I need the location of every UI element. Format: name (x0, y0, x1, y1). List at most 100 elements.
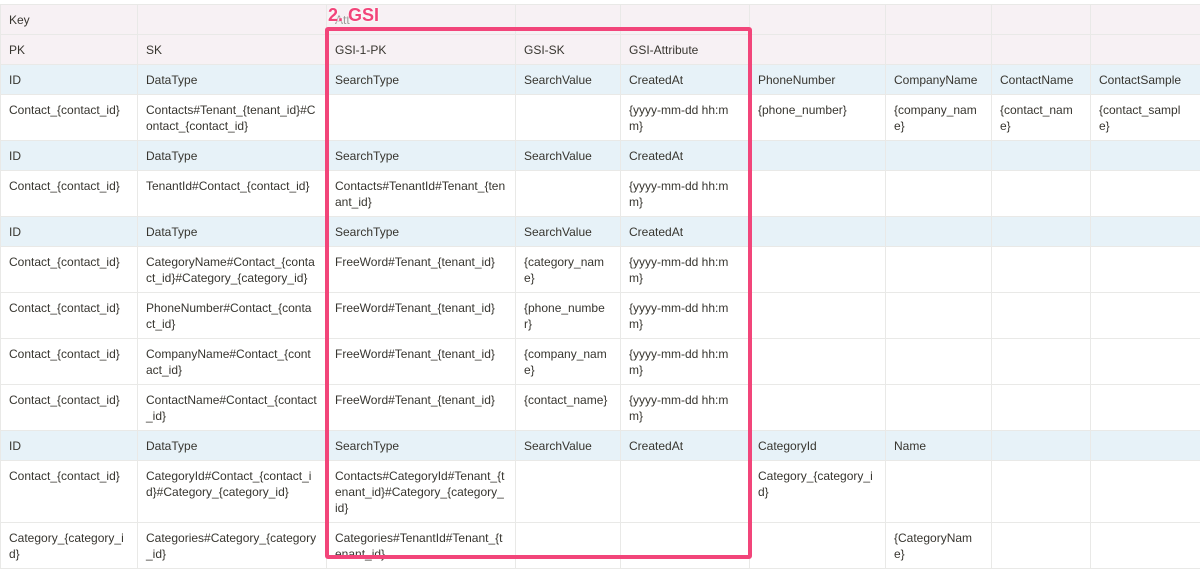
attribute-name-cell[interactable]: CategoryId (750, 431, 886, 461)
table-cell[interactable]: Contacts#CategoryId#Tenant_{tenant_id}#C… (327, 461, 516, 523)
table-cell[interactable] (886, 385, 992, 431)
table-cell[interactable] (992, 523, 1091, 569)
attribute-name-cell[interactable]: SearchValue (516, 431, 621, 461)
table-cell[interactable]: CategoryName#Contact_{contact_id}#Catego… (138, 247, 327, 293)
table-cell[interactable] (516, 523, 621, 569)
table-cell[interactable] (1091, 385, 1200, 431)
table-cell[interactable] (1091, 523, 1200, 569)
table-cell[interactable]: {phone_number} (750, 95, 886, 141)
table-cell[interactable] (886, 293, 992, 339)
table-cell[interactable]: Category_{category_id} (750, 461, 886, 523)
table-cell[interactable]: FreeWord#Tenant_{tenant_id} (327, 339, 516, 385)
attribute-name-cell[interactable]: CreatedAt (621, 217, 750, 247)
attribute-name-cell[interactable] (886, 141, 992, 171)
table-cell[interactable] (1091, 461, 1200, 523)
table-cell[interactable]: Contact_{contact_id} (1, 293, 138, 339)
table-cell[interactable] (750, 171, 886, 217)
table-cell[interactable] (992, 171, 1091, 217)
attribute-name-cell[interactable] (1091, 217, 1200, 247)
attribute-name-cell[interactable]: SearchValue (516, 65, 621, 95)
table-cell[interactable]: {CategoryName} (886, 523, 992, 569)
table-cell[interactable] (992, 461, 1091, 523)
table-cell[interactable]: {yyyy-mm-dd hh:mm} (621, 385, 750, 431)
table-cell[interactable]: Contacts#TenantId#Tenant_{tenant_id} (327, 171, 516, 217)
table-cell[interactable]: ContactName#Contact_{contact_id} (138, 385, 327, 431)
table-cell[interactable] (992, 247, 1091, 293)
table-cell[interactable]: Contact_{contact_id} (1, 461, 138, 523)
attribute-name-cell[interactable]: DataType (138, 65, 327, 95)
header-cell[interactable]: GSI-Attribute (621, 35, 750, 65)
table-cell[interactable] (750, 339, 886, 385)
table-cell[interactable]: {yyyy-mm-dd hh:mm} (621, 171, 750, 217)
table-cell[interactable] (750, 293, 886, 339)
table-cell[interactable]: TenantId#Contact_{contact_id} (138, 171, 327, 217)
table-cell[interactable] (992, 385, 1091, 431)
attribute-name-cell[interactable] (750, 141, 886, 171)
attribute-name-cell[interactable]: CompanyName (886, 65, 992, 95)
attribute-name-cell[interactable]: DataType (138, 431, 327, 461)
header-cell[interactable]: GSI-SK (516, 35, 621, 65)
attribute-name-cell[interactable]: CreatedAt (621, 141, 750, 171)
table-cell[interactable]: {company_name} (516, 339, 621, 385)
table-cell[interactable] (621, 523, 750, 569)
attribute-name-cell[interactable] (886, 217, 992, 247)
attribute-name-cell[interactable]: SearchType (327, 217, 516, 247)
table-cell[interactable] (992, 339, 1091, 385)
table-cell[interactable]: Contacts#Tenant_{tenant_id}#Contact_{con… (138, 95, 327, 141)
table-cell[interactable]: {yyyy-mm-dd hh:mm} (621, 95, 750, 141)
table-cell[interactable]: {phone_number} (516, 293, 621, 339)
attribute-name-cell[interactable]: ID (1, 217, 138, 247)
attribute-name-cell[interactable]: DataType (138, 141, 327, 171)
table-cell[interactable] (516, 461, 621, 523)
table-cell[interactable] (516, 171, 621, 217)
table-cell[interactable]: {yyyy-mm-dd hh:mm} (621, 293, 750, 339)
attribute-name-cell[interactable] (1091, 431, 1200, 461)
table-cell[interactable] (1091, 247, 1200, 293)
header-cell[interactable] (1091, 35, 1200, 65)
attribute-name-cell[interactable]: CreatedAt (621, 431, 750, 461)
attribute-name-cell[interactable]: ID (1, 65, 138, 95)
table-cell[interactable]: Contact_{contact_id} (1, 247, 138, 293)
attribute-name-cell[interactable] (1091, 141, 1200, 171)
table-cell[interactable] (886, 461, 992, 523)
table-cell[interactable]: Categories#Category_{category_id} (138, 523, 327, 569)
attribute-name-cell[interactable]: SearchValue (516, 217, 621, 247)
table-cell[interactable] (750, 385, 886, 431)
attribute-name-cell[interactable]: SearchType (327, 65, 516, 95)
table-cell[interactable]: {yyyy-mm-dd hh:mm} (621, 339, 750, 385)
attribute-name-cell[interactable]: ID (1, 431, 138, 461)
attribute-name-cell[interactable]: SearchType (327, 141, 516, 171)
table-cell[interactable]: FreeWord#Tenant_{tenant_id} (327, 385, 516, 431)
table-cell[interactable]: FreeWord#Tenant_{tenant_id} (327, 247, 516, 293)
table-cell[interactable]: Contact_{contact_id} (1, 385, 138, 431)
attribute-name-cell[interactable]: DataType (138, 217, 327, 247)
attribute-name-cell[interactable]: Name (886, 431, 992, 461)
table-cell[interactable] (750, 523, 886, 569)
table-cell[interactable]: Contact_{contact_id} (1, 171, 138, 217)
header-cell[interactable] (992, 35, 1091, 65)
attribute-name-cell[interactable] (992, 141, 1091, 171)
attribute-name-cell[interactable] (992, 217, 1091, 247)
table-cell[interactable]: Contact_{contact_id} (1, 339, 138, 385)
attribute-name-cell[interactable]: ID (1, 141, 138, 171)
table-cell[interactable]: {contact_name} (992, 95, 1091, 141)
table-cell[interactable]: FreeWord#Tenant_{tenant_id} (327, 293, 516, 339)
attribute-name-cell[interactable] (750, 217, 886, 247)
attribute-name-cell[interactable]: CreatedAt (621, 65, 750, 95)
table-cell[interactable] (621, 461, 750, 523)
header-cell[interactable] (886, 35, 992, 65)
attribute-name-cell[interactable]: ContactName (992, 65, 1091, 95)
table-cell[interactable]: CompanyName#Contact_{contact_id} (138, 339, 327, 385)
table-cell[interactable] (992, 293, 1091, 339)
table-cell[interactable] (327, 95, 516, 141)
table-cell[interactable] (886, 339, 992, 385)
table-cell[interactable] (516, 95, 621, 141)
table-cell[interactable]: {category_name} (516, 247, 621, 293)
table-cell[interactable]: CategoryId#Contact_{contact_id}#Category… (138, 461, 327, 523)
attribute-name-cell[interactable] (992, 431, 1091, 461)
table-cell[interactable]: {yyyy-mm-dd hh:mm} (621, 247, 750, 293)
table-cell[interactable] (750, 247, 886, 293)
table-cell[interactable]: {contact_sample} (1091, 95, 1200, 141)
table-cell[interactable]: {company_name} (886, 95, 992, 141)
table-cell[interactable]: Category_{category_id} (1, 523, 138, 569)
